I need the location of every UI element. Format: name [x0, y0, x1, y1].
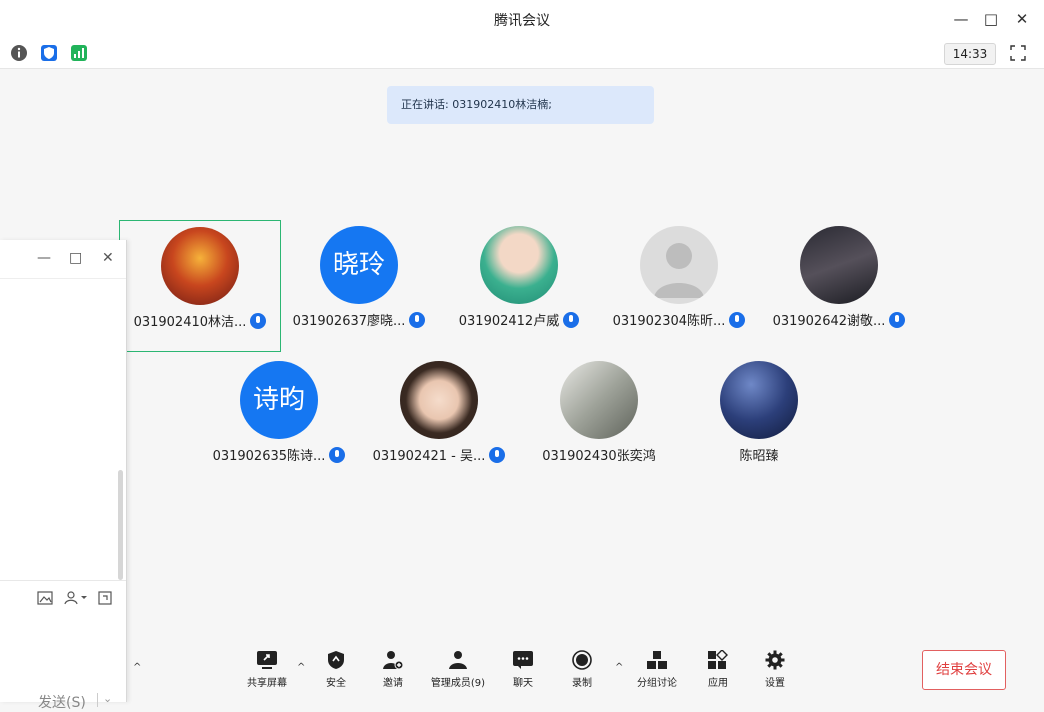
avatar	[480, 226, 558, 304]
mic-icon[interactable]	[563, 312, 580, 328]
record-icon	[572, 650, 592, 670]
maximize-button[interactable]: □	[980, 8, 1002, 30]
participant-tile[interactable]: 031902304陈昕...	[599, 220, 759, 350]
invite-user-icon	[383, 651, 404, 670]
mic-icon[interactable]	[250, 313, 267, 329]
breakout-icon	[647, 651, 667, 669]
share-screen-button[interactable]: 共享屏幕	[237, 650, 297, 689]
record-button[interactable]: 录制	[552, 650, 612, 689]
panel-maximize-button[interactable]: □	[69, 250, 82, 266]
screenshot-icon[interactable]	[97, 590, 113, 606]
avatar	[640, 226, 718, 304]
gear-icon	[765, 650, 785, 670]
speaking-banner: 正在讲话: 031902410林洁楠;	[387, 86, 654, 124]
participant-name: 031902421 - 吴...	[372, 449, 486, 464]
panel-close-button[interactable]: ✕	[102, 250, 114, 266]
record-options-chevron-icon[interactable]: ^	[615, 662, 623, 673]
participant-tile[interactable]: 031902412卢威	[439, 220, 599, 350]
security-label: 安全	[326, 678, 346, 689]
members-icon	[449, 651, 467, 669]
invite-label: 邀请	[383, 678, 403, 689]
settings-label: 设置	[765, 678, 785, 689]
fullscreen-icon[interactable]	[1009, 44, 1027, 62]
share-options-chevron-icon[interactable]: ^	[297, 662, 305, 673]
settings-button[interactable]: 设置	[745, 650, 805, 689]
breakout-button[interactable]: 分组讨论	[627, 650, 687, 689]
manage-members-label: 管理成员(9)	[430, 678, 486, 689]
image-icon[interactable]	[37, 590, 53, 606]
mention-user-icon[interactable]	[64, 590, 88, 606]
send-options-chevron-icon[interactable]: ⌄	[103, 692, 112, 705]
minimize-button[interactable]: —	[950, 8, 972, 30]
divider	[0, 580, 126, 581]
avatar: 诗昀	[240, 361, 318, 439]
participant-name: 031902412卢威	[458, 314, 560, 329]
participant-tile[interactable]: 诗昀 031902635陈诗...	[199, 355, 359, 485]
chat-icon	[513, 651, 533, 669]
avatar	[560, 361, 638, 439]
avatar	[400, 361, 478, 439]
security-button[interactable]: 安全	[306, 650, 366, 689]
apps-label: 应用	[708, 678, 728, 689]
signal-icon[interactable]	[70, 44, 88, 62]
close-button[interactable]: ✕	[1011, 8, 1033, 30]
info-icon[interactable]	[10, 44, 28, 62]
chat-button[interactable]: 聊天	[493, 650, 553, 689]
chat-label: 聊天	[513, 678, 533, 689]
scrollbar[interactable]	[118, 470, 123, 580]
participant-name: 031902642谢敬...	[772, 314, 886, 329]
apps-button[interactable]: 应用	[688, 650, 748, 689]
send-button[interactable]: 发送(S)	[38, 692, 86, 712]
avatar	[720, 361, 798, 439]
invite-button[interactable]: 邀请	[363, 650, 423, 689]
participant-tile[interactable]: 031902642谢敬...	[759, 220, 919, 350]
panel-minimize-button[interactable]: —	[37, 250, 51, 266]
mic-icon[interactable]	[409, 312, 426, 328]
participant-tile[interactable]: 031902410林洁...	[119, 220, 281, 352]
share-screen-label: 共享屏幕	[247, 678, 287, 689]
chevron-up-icon[interactable]: ^	[133, 662, 141, 673]
participant-tile[interactable]: 晓玲 031902637廖晓...	[279, 220, 439, 350]
share-screen-icon	[257, 651, 277, 669]
participant-name: 031902637廖晓...	[292, 314, 406, 329]
manage-members-button[interactable]: 管理成员(9)	[418, 650, 498, 689]
participant-tile[interactable]: 陈昭臻	[679, 355, 839, 485]
participant-name: 031902635陈诗...	[212, 449, 326, 464]
meeting-clock: 14:33	[944, 43, 996, 65]
mic-icon[interactable]	[889, 312, 906, 328]
shield-icon[interactable]	[40, 44, 58, 62]
participant-name: 031902304陈昕...	[612, 314, 726, 329]
avatar	[800, 226, 878, 304]
default-avatar-icon	[654, 243, 704, 298]
record-label: 录制	[572, 678, 592, 689]
mic-icon[interactable]	[489, 447, 506, 463]
avatar: 晓玲	[320, 226, 398, 304]
apps-icon	[708, 650, 728, 669]
participant-tile[interactable]: 031902430张奕鸿	[519, 355, 679, 485]
breakout-label: 分组讨论	[637, 678, 677, 689]
info-bar	[0, 38, 1044, 69]
window-title: 腾讯会议	[494, 13, 550, 29]
mic-icon[interactable]	[329, 447, 346, 463]
participant-name: 031902430张奕鸿	[542, 449, 656, 464]
participant-name: 陈昭臻	[739, 449, 779, 464]
avatar	[161, 227, 239, 305]
participant-name: 031902410林洁...	[133, 315, 247, 330]
mic-icon[interactable]	[729, 312, 746, 328]
security-shield-icon	[328, 651, 344, 669]
divider	[97, 693, 98, 707]
chat-side-panel: — □ ✕ 发送(S) ⌄	[0, 240, 127, 711]
participant-tile[interactable]: 031902421 - 吴...	[359, 355, 519, 485]
end-meeting-button[interactable]: 结束会议	[922, 650, 1006, 690]
